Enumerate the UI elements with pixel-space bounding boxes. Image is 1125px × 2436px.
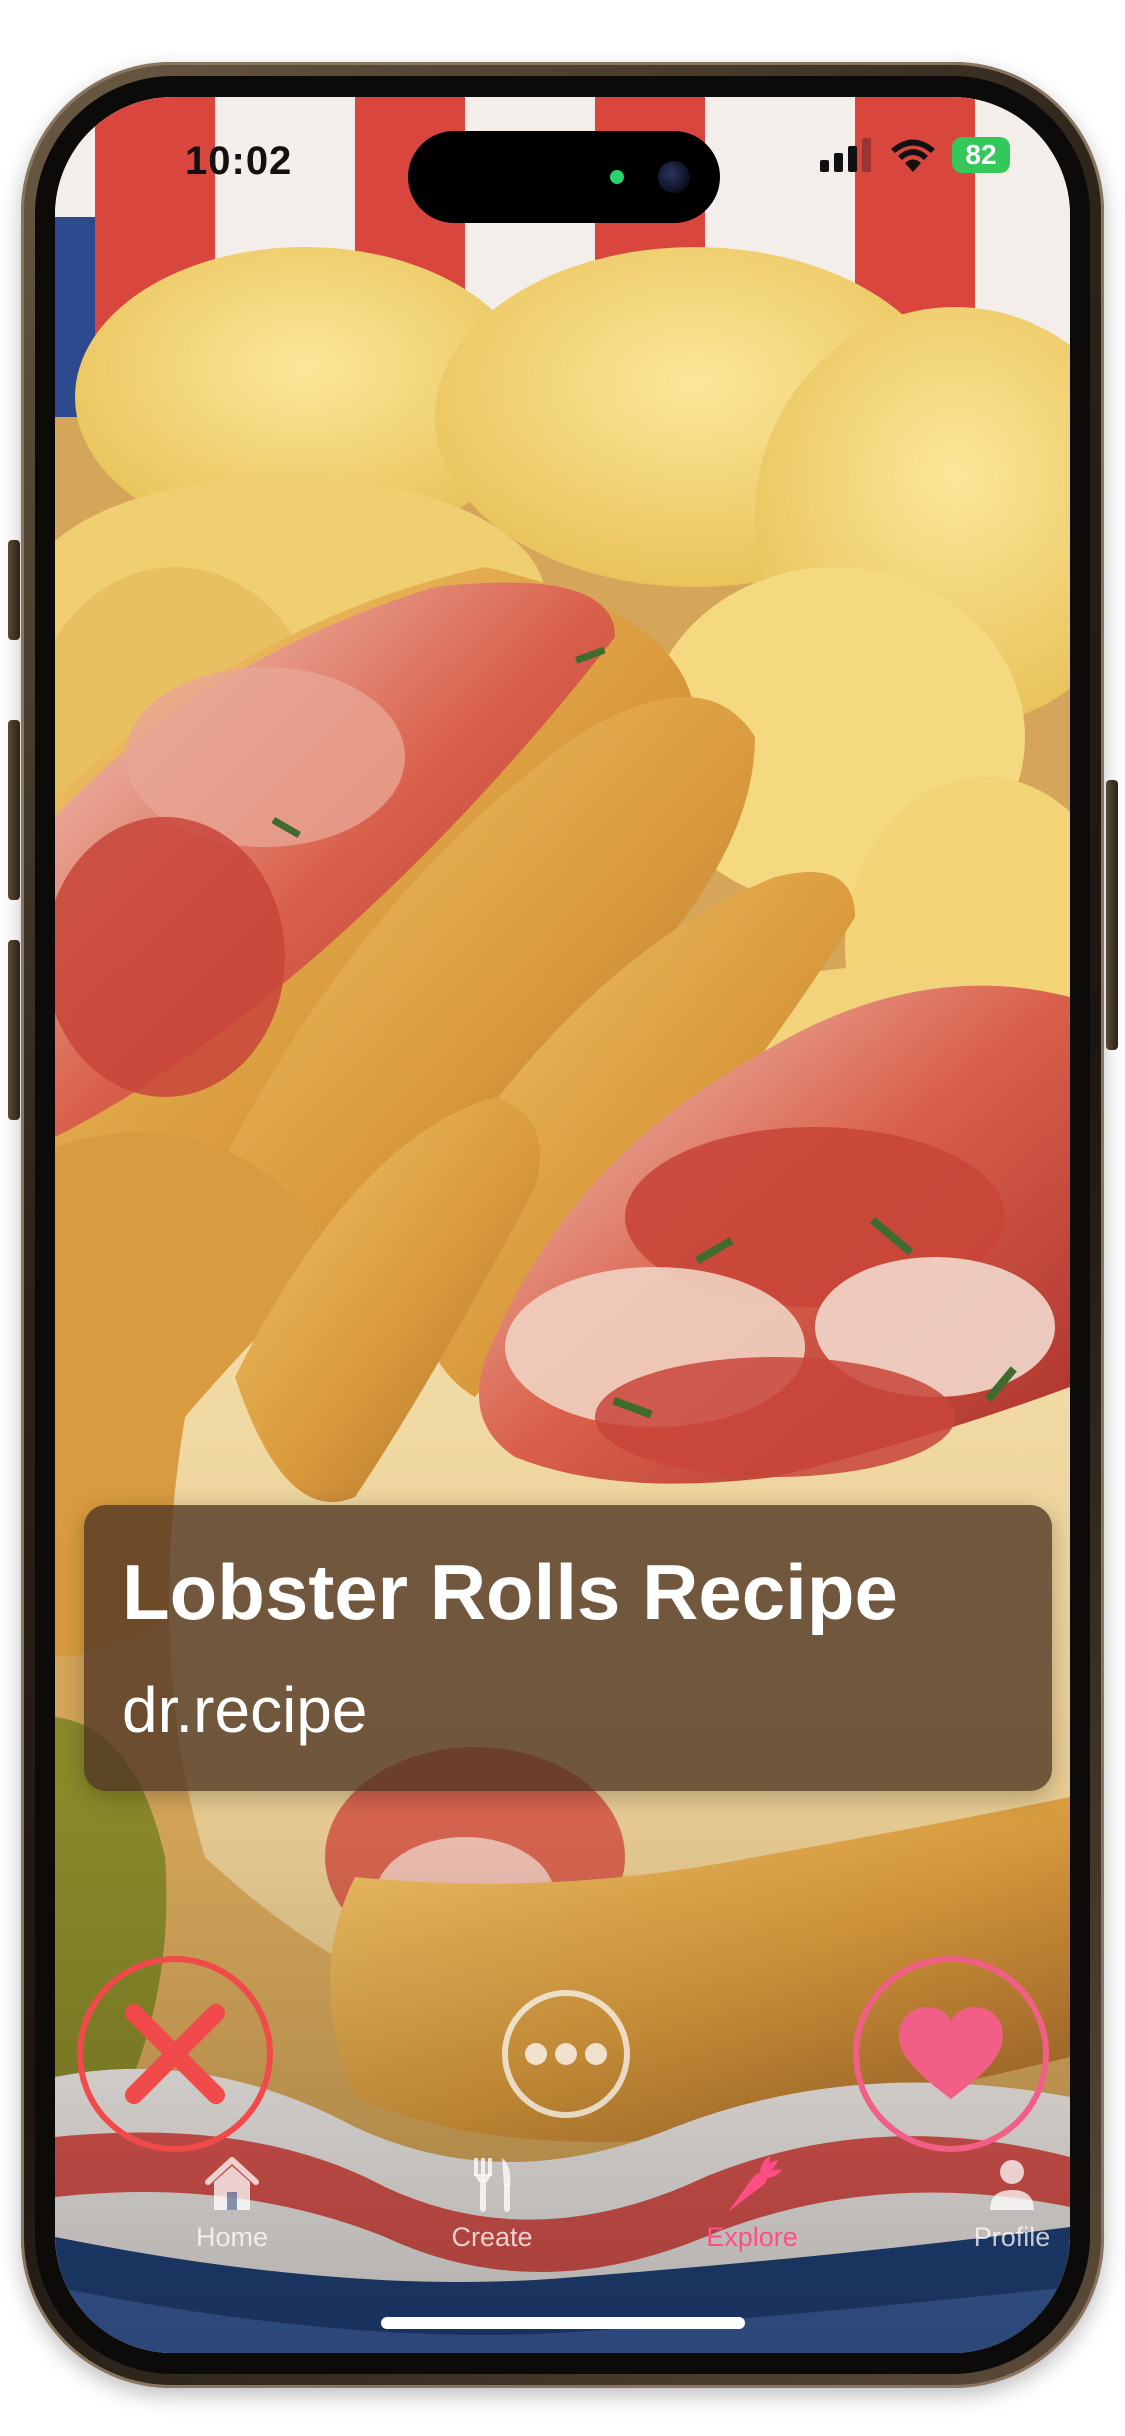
status-icons: 82 — [820, 137, 1010, 173]
heart-icon — [899, 2007, 1003, 2099]
more-button[interactable] — [502, 1990, 630, 2118]
recipe-card[interactable]: Lobster Rolls Recipe dr.recipe — [84, 1505, 1052, 1791]
dislike-button[interactable] — [77, 1956, 273, 2152]
close-icon — [125, 2004, 225, 2104]
volume-up-button — [8, 720, 20, 900]
recipe-author[interactable]: dr.recipe — [122, 1673, 367, 1747]
app-screen: 10:02 82 Lobster Rolls Recipe dr.recipe — [55, 97, 1070, 2353]
ellipsis-icon — [525, 2043, 607, 2065]
recipe-title: Lobster Rolls Recipe — [122, 1548, 898, 1636]
like-button[interactable] — [853, 1956, 1049, 2152]
tab-explore-label: Explore — [706, 2222, 798, 2252]
tab-create[interactable]: Create — [407, 2152, 577, 2282]
tab-profile[interactable]: Profile — [927, 2152, 1070, 2282]
tab-bar: Home Create Explore Profile — [55, 2152, 1070, 2302]
front-camera — [658, 161, 690, 193]
status-time: 10:02 — [185, 139, 293, 183]
volume-down-button — [8, 940, 20, 1120]
action-button — [8, 540, 20, 640]
dynamic-island — [408, 131, 720, 223]
wifi-icon — [891, 139, 935, 172]
home-indicator[interactable] — [381, 2317, 745, 2329]
tab-home[interactable]: Home — [147, 2152, 317, 2282]
person-icon — [990, 2160, 1034, 2210]
house-icon — [205, 2157, 259, 2210]
tab-home-label: Home — [195, 2222, 269, 2252]
signal-icon — [820, 138, 871, 172]
privacy-indicator — [610, 170, 624, 184]
carrot-icon — [728, 2156, 782, 2212]
power-button — [1106, 780, 1118, 1050]
tab-profile-label: Profile — [973, 2222, 1051, 2252]
fork-knife-icon — [474, 2158, 511, 2212]
tab-explore[interactable]: Explore — [667, 2152, 837, 2282]
battery-indicator: 82 — [952, 137, 1010, 173]
tab-create-label: Create — [451, 2222, 533, 2252]
